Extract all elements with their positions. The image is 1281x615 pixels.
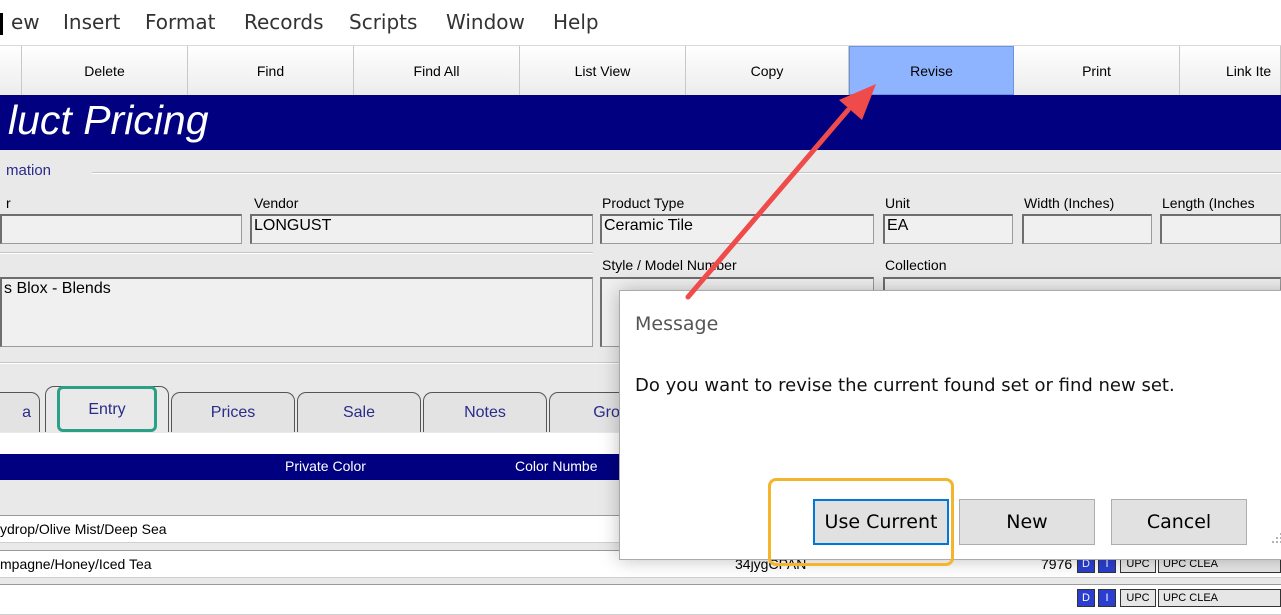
number-field[interactable] — [0, 214, 242, 244]
use-current-highlight — [768, 478, 954, 566]
unit-field[interactable]: EA — [883, 214, 1013, 244]
menu-bar: ew Insert Format Records Scripts Window … — [0, 0, 1281, 44]
section-divider — [92, 172, 1281, 174]
row-i-button[interactable]: I — [1098, 589, 1116, 607]
print-button[interactable]: Print — [1014, 46, 1180, 95]
label-width: Width (Inches) — [1024, 195, 1115, 211]
link-items-button[interactable]: Link Ite — [1180, 46, 1281, 95]
page-title: luct Pricing — [8, 97, 209, 143]
column-color-number[interactable]: Color Numbe — [515, 458, 597, 474]
column-private-color[interactable]: Private Color — [285, 458, 366, 474]
window-edge — [0, 13, 3, 35]
menu-view[interactable]: ew — [11, 10, 40, 34]
row-color-text: ydrop/Olive Mist/Deep Sea — [0, 521, 167, 537]
dialog-title: Message — [635, 313, 719, 335]
label-collection: Collection — [885, 257, 947, 273]
label-style-model-number: Style / Model Number — [602, 257, 737, 273]
toolbar: Delete Find Find All List View Copy Revi… — [0, 45, 1281, 96]
row-upc-button[interactable]: UPC — [1120, 589, 1156, 607]
find-all-button[interactable]: Find All — [354, 46, 520, 95]
tab-media[interactable]: a — [0, 392, 40, 432]
tab-notes[interactable]: Notes — [423, 392, 547, 432]
label-unit: Unit — [885, 195, 910, 211]
resize-grip-icon[interactable] — [1270, 531, 1281, 545]
length-field[interactable] — [1160, 214, 1281, 244]
vendor-field[interactable]: LONGUST — [250, 214, 593, 244]
menu-records[interactable]: Records — [244, 10, 324, 34]
table-row[interactable]: D I UPC UPC CLEA — [0, 584, 1281, 615]
toolbar-button-partial[interactable] — [0, 46, 22, 95]
list-view-button[interactable]: List View — [520, 46, 686, 95]
entry-tab-highlight — [57, 386, 157, 432]
cancel-button[interactable]: Cancel — [1111, 499, 1247, 545]
row-d-button[interactable]: D — [1077, 589, 1095, 607]
label-number: r — [6, 195, 11, 211]
description-field[interactable]: s Blox - Blends — [0, 277, 593, 347]
label-length: Length (Inches — [1162, 195, 1255, 211]
row-color-text: mpagne/Honey/Iced Tea — [0, 556, 152, 572]
width-field[interactable] — [1022, 214, 1152, 244]
row-upc-clear-button[interactable]: UPC CLEA — [1158, 589, 1281, 607]
menu-insert[interactable]: Insert — [63, 10, 120, 34]
tab-sale[interactable]: Sale — [297, 392, 421, 432]
section-label-information: mation — [6, 162, 52, 179]
delete-button[interactable]: Delete — [22, 46, 188, 95]
label-product-type: Product Type — [602, 195, 685, 211]
copy-button[interactable]: Copy — [686, 46, 849, 95]
product-type-field[interactable]: Ceramic Tile — [600, 214, 874, 244]
menu-format[interactable]: Format — [145, 10, 215, 34]
new-button[interactable]: New — [959, 499, 1095, 545]
label-vendor: Vendor — [254, 195, 299, 211]
dialog-message: Do you want to revise the current found … — [635, 375, 1175, 396]
find-button[interactable]: Find — [188, 46, 354, 95]
menu-window[interactable]: Window — [446, 10, 525, 34]
description-header-bar — [0, 252, 593, 254]
tab-prices[interactable]: Prices — [171, 392, 295, 432]
revise-button[interactable]: Revise — [849, 46, 1014, 95]
menu-scripts[interactable]: Scripts — [349, 10, 417, 34]
title-band: luct Pricing — [0, 95, 1281, 150]
menu-help[interactable]: Help — [553, 10, 599, 34]
